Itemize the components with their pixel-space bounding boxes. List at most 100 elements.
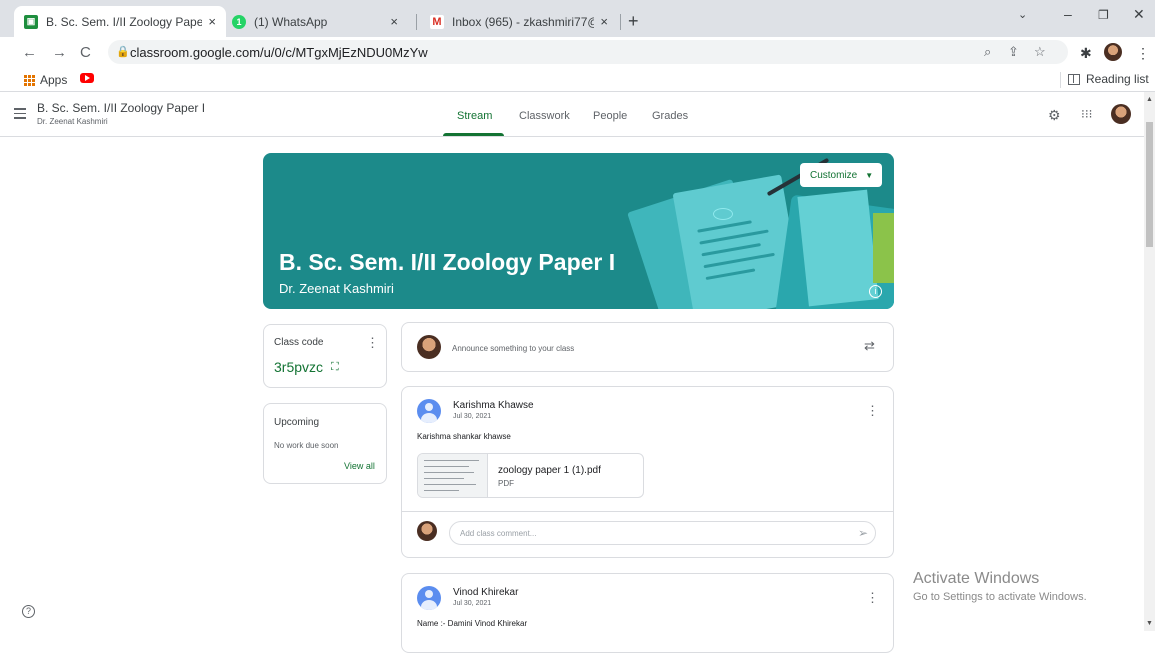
page-scrollbar[interactable]: ▲ ▼ (1144, 92, 1155, 631)
author-avatar (417, 586, 441, 610)
post-menu-icon[interactable]: ⋮ (866, 403, 879, 419)
post-divider (402, 511, 893, 512)
tab-search-icon[interactable]: ⌄ (1018, 8, 1027, 21)
close-window-button[interactable]: ✕ (1133, 6, 1145, 23)
close-tab-icon[interactable]: × (208, 14, 216, 29)
scrollbar-thumb[interactable] (1146, 122, 1153, 247)
announce-placeholder: Announce something to your class (452, 344, 575, 353)
tab-people[interactable]: People (593, 110, 627, 122)
share-icon[interactable]: ⇪ (1008, 44, 1019, 60)
class-code-label: Class code (274, 337, 324, 348)
caret-down-icon: ▼ (865, 170, 874, 180)
maximize-button[interactable]: ❐ (1098, 8, 1109, 22)
browser-tab-strip: ▣ B. Sc. Sem. I/II Zoology Paper I D × 1… (0, 0, 1155, 37)
attachment-type: PDF (498, 479, 514, 488)
tab-gmail[interactable]: M Inbox (965) - zkashmiri77@gmai × (420, 6, 618, 37)
comment-placeholder: Add class comment... (460, 529, 537, 538)
close-tab-icon[interactable]: × (390, 14, 398, 29)
class-info-icon[interactable]: i (869, 285, 882, 298)
whatsapp-favicon-icon: 1 (232, 14, 246, 29)
fullscreen-icon[interactable]: ⛶ (331, 361, 339, 374)
reading-list-button[interactable]: Reading list (1068, 72, 1149, 86)
upcoming-text: No work due soon (274, 441, 339, 450)
forward-icon[interactable]: → (52, 44, 67, 61)
post-text: Name :- Damini Vinod Khirekar (417, 619, 528, 628)
classroom-favicon-icon: ▣ (24, 14, 38, 29)
apps-grid-icon (24, 74, 35, 86)
upcoming-card: Upcoming No work due soon View all (263, 403, 387, 484)
class-code-menu-icon[interactable]: ⋮ (366, 335, 379, 351)
commenter-avatar (417, 521, 437, 541)
customize-button[interactable]: Customize ▼ (800, 163, 882, 187)
tab-title: B. Sc. Sem. I/II Zoology Paper I D (46, 14, 203, 29)
class-code-value: 3r5pvzc (274, 359, 324, 375)
tab-grades[interactable]: Grades (652, 110, 688, 122)
bookmarks-separator (1060, 72, 1061, 88)
post-menu-icon[interactable]: ⋮ (866, 590, 879, 606)
tab-whatsapp[interactable]: 1 (1) WhatsApp × (222, 6, 408, 37)
post-author: Vinod Khirekar (453, 587, 519, 598)
reading-list-label: Reading list (1086, 72, 1149, 86)
main-menu-icon[interactable] (14, 108, 26, 122)
close-tab-icon[interactable]: × (600, 14, 608, 29)
tab-separator (620, 14, 621, 30)
activate-windows-title: Activate Windows (913, 570, 1040, 587)
gmail-favicon-icon: M (430, 14, 444, 29)
tab-title: Inbox (965) - zkashmiri77@gmai (452, 14, 594, 29)
banner-subtitle: Dr. Zeenat Kashmiri (279, 281, 394, 296)
post-date: Jul 30, 2021 (453, 413, 492, 420)
announce-card[interactable]: Announce something to your class ⇄ (401, 322, 894, 372)
attachment-name: zoology paper 1 (1).pdf (498, 465, 601, 476)
settings-gear-icon[interactable]: ⚙ (1048, 107, 1061, 124)
customize-label: Customize (810, 169, 858, 181)
apps-bookmark[interactable]: Apps (24, 73, 67, 87)
google-apps-icon[interactable]: ⁝⁝⁝ (1081, 107, 1092, 121)
stream-post: Vinod Khirekar Jul 30, 2021 ⋮ Name :- Da… (401, 573, 894, 653)
post-author: Karishma Khawse (453, 400, 534, 411)
class-banner: Customize ▼ B. Sc. Sem. I/II Zoology Pap… (263, 153, 894, 309)
class-code-value-row: 3r5pvzc ⛶ (274, 359, 339, 375)
lock-icon: 🔒 (116, 46, 130, 58)
tab-classwork[interactable]: Classwork (519, 110, 570, 122)
tab-separator (416, 14, 417, 30)
header-class-name[interactable]: B. Sc. Sem. I/II Zoology Paper I (37, 101, 205, 115)
bookmark-star-icon[interactable]: ☆ (1034, 44, 1046, 60)
banner-title: B. Sc. Sem. I/II Zoology Paper I (279, 249, 616, 275)
class-code-card: Class code ⋮ 3r5pvzc ⛶ (263, 324, 387, 388)
activate-windows-text: Go to Settings to activate Windows. (913, 591, 1087, 603)
repost-icon[interactable]: ⇄ (864, 338, 875, 354)
attachment-thumbnail (418, 454, 488, 497)
zoom-icon[interactable]: ⌕ (984, 44, 991, 60)
back-icon[interactable]: ← (22, 44, 37, 61)
account-avatar[interactable] (1111, 104, 1131, 124)
tab-classroom[interactable]: ▣ B. Sc. Sem. I/II Zoology Paper I D × (14, 6, 226, 37)
class-comment-input[interactable]: Add class comment... ➢ (449, 521, 876, 545)
send-icon[interactable]: ➢ (858, 526, 868, 540)
post-date: Jul 30, 2021 (453, 600, 492, 607)
banner-illustration-circle (713, 208, 733, 220)
apps-label: Apps (40, 73, 68, 87)
reading-list-icon (1068, 73, 1080, 85)
scroll-down-icon[interactable]: ▼ (1146, 620, 1153, 627)
stream-post: Karishma Khawse Jul 30, 2021 ⋮ Karishma … (401, 386, 894, 558)
view-all-link[interactable]: View all (344, 461, 375, 471)
profile-avatar[interactable] (1104, 43, 1122, 61)
reload-icon[interactable]: C (80, 44, 91, 61)
tab-title: (1) WhatsApp (254, 14, 328, 29)
youtube-icon[interactable] (80, 73, 94, 83)
banner-illustration-page (797, 189, 879, 307)
url-text: classroom.google.com/u/0/c/MTgxMjEzNDU0M… (130, 45, 428, 60)
user-avatar (417, 335, 441, 359)
active-tab-indicator (443, 133, 504, 136)
minimize-button[interactable]: – (1064, 6, 1072, 22)
bookmarks-bar: Apps Reading list (0, 68, 1155, 92)
extensions-icon[interactable]: ✱ (1080, 45, 1092, 62)
menu-kebab-icon[interactable]: ⋮ (1136, 45, 1150, 62)
attachment-card[interactable]: zoology paper 1 (1).pdf PDF (417, 453, 644, 498)
address-bar[interactable]: 🔒 classroom.google.com/u/0/c/MTgxMjEzNDU… (108, 40, 1068, 64)
scroll-up-icon[interactable]: ▲ (1146, 96, 1153, 103)
new-tab-button[interactable]: + (628, 11, 639, 32)
help-icon[interactable]: ? (22, 605, 35, 618)
author-avatar (417, 399, 441, 423)
tab-stream[interactable]: Stream (457, 110, 492, 122)
